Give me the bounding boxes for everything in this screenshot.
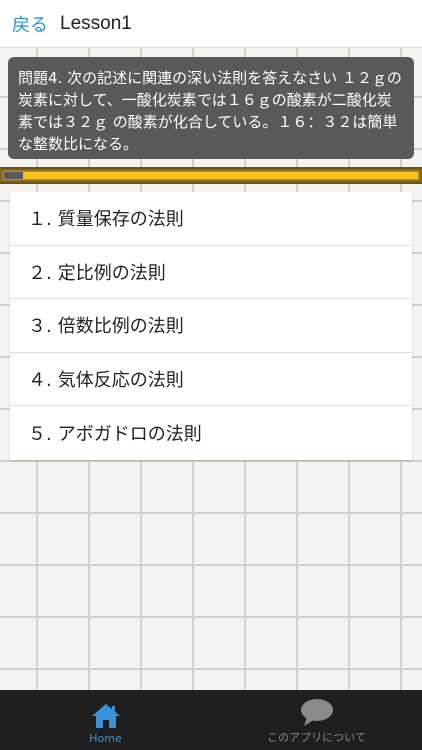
- choice-number: ４.: [28, 370, 52, 392]
- choice-4[interactable]: ４. 気体反応の法則: [10, 353, 412, 407]
- choice-number: １.: [28, 209, 52, 231]
- choice-1[interactable]: １. 質量保存の法則: [10, 192, 412, 246]
- page-title: Lesson1: [60, 12, 132, 34]
- progress-fill: [4, 172, 23, 179]
- progress-bar: [0, 167, 422, 184]
- choice-label: 質量保存の法則: [57, 209, 184, 231]
- tab-home-label: Home: [89, 732, 122, 745]
- choice-label: 気体反応の法則: [57, 370, 184, 392]
- home-icon: [91, 704, 120, 728]
- choice-2[interactable]: ２. 定比例の法則: [10, 246, 412, 300]
- choice-list: １. 質量保存の法則 ２. 定比例の法則 ３. 倍数比例の法則 ４. 気体反応の…: [10, 192, 412, 460]
- question-text: 問題4. 次の記述に関連の深い法則を答えなさい １２ｇの炭素に対して、一酸化炭素…: [18, 69, 402, 153]
- question-box: 問題4. 次の記述に関連の深い法則を答えなさい １２ｇの炭素に対して、一酸化炭素…: [8, 57, 414, 159]
- header: 戻る Lesson1: [0, 0, 422, 48]
- choice-3[interactable]: ３. 倍数比例の法則: [10, 299, 412, 353]
- back-button[interactable]: 戻る: [12, 11, 48, 37]
- choice-number: ３.: [28, 316, 52, 338]
- choice-number: ５.: [28, 424, 52, 446]
- tab-bar: Home このアプリについて: [0, 690, 422, 750]
- tab-home[interactable]: Home: [0, 690, 211, 750]
- choice-label: 定比例の法則: [57, 262, 166, 284]
- choice-5[interactable]: ５. アボガドロの法則: [10, 406, 412, 460]
- choice-label: アボガドロの法則: [57, 424, 202, 446]
- progress-track: [3, 171, 419, 180]
- tab-about-label: このアプリについて: [267, 731, 366, 744]
- choice-number: ２.: [28, 262, 52, 284]
- tab-about[interactable]: このアプリについて: [211, 690, 422, 750]
- speech-bubble-icon: [300, 699, 333, 726]
- choice-label: 倍数比例の法則: [57, 316, 184, 338]
